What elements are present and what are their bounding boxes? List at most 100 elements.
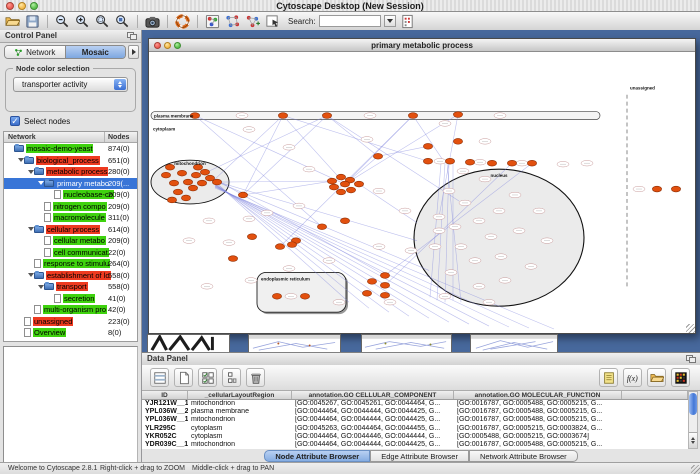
tree-row-unassigned[interactable]: unassigned223(0)	[4, 316, 137, 328]
graph-node[interactable]	[200, 169, 209, 175]
function-builder-button[interactable]: f(x)	[623, 368, 642, 387]
background-window-thumbnail-4[interactable]	[470, 334, 558, 352]
float-panel-icon[interactable]	[127, 32, 137, 40]
table-row[interactable]: YPL036W__1mitochondrion[GO:0044464, GO:0…	[142, 416, 688, 424]
tab-edge-attribute-browser[interactable]: Edge Attribute Browser	[370, 450, 469, 462]
graph-node[interactable]	[336, 189, 345, 195]
graph-node[interactable]	[197, 180, 206, 186]
tree-row-nucleobase-co[interactable]: nucleobase-co209(0)	[4, 189, 137, 201]
graph-node[interactable]	[380, 273, 389, 279]
more-tabs-button[interactable]	[128, 45, 139, 59]
notepad-button[interactable]	[599, 368, 618, 387]
float-panel-icon[interactable]	[686, 355, 696, 363]
tab-mosaic[interactable]: Mosaic	[65, 46, 126, 58]
graph-node[interactable]	[408, 113, 417, 119]
zoom-in-icon[interactable]	[74, 13, 91, 29]
graph-node[interactable]	[340, 218, 349, 224]
graph-node[interactable]	[228, 256, 237, 262]
delete-attributes-button[interactable]	[198, 368, 217, 387]
graph-node[interactable]	[177, 170, 186, 176]
tree-row-secretion[interactable]: secretion41(0)	[4, 293, 137, 305]
tree-row-mosaic-demo-yeast[interactable]: mosaic-demo-yeast874(0)	[4, 143, 137, 155]
import-network-icon[interactable]	[224, 13, 241, 29]
expand-arrow-icon[interactable]	[37, 178, 44, 188]
graph-node[interactable]	[278, 113, 287, 119]
attribute-doc-icon[interactable]	[399, 13, 416, 29]
annotation-icon[interactable]	[264, 13, 281, 29]
search-dropdown-button[interactable]	[384, 15, 396, 27]
graph-node[interactable]	[340, 181, 349, 187]
tree-row-cellular-process[interactable]: cellular process614(0)	[4, 224, 137, 236]
table-row[interactable]: YKR052Ccytoplasm[GO:0044464, GO:0044446,…	[142, 433, 688, 441]
select-attributes-button[interactable]	[150, 368, 169, 387]
graph-node[interactable]	[275, 244, 284, 250]
table-row[interactable]: YPL036W__2plasma membrane[GO:0044464, GO…	[142, 408, 688, 416]
tree-row-primary-metabo[interactable]: primary metabo209(...	[4, 178, 137, 190]
tree-row-multi-organism-pro[interactable]: multi-organism pro42(0)	[4, 304, 137, 316]
graph-node[interactable]	[380, 282, 389, 288]
tab-network[interactable]: Network	[5, 46, 65, 58]
tree-column-nodes[interactable]: Nodes	[105, 132, 137, 142]
graph-node[interactable]	[191, 172, 200, 178]
graph-node[interactable]	[354, 181, 363, 187]
attribute-selection-button[interactable]	[222, 368, 241, 387]
snapshot-icon[interactable]	[144, 13, 161, 29]
matrix-button[interactable]	[671, 368, 690, 387]
graph-node[interactable]	[212, 179, 221, 185]
graph-node[interactable]	[373, 153, 382, 159]
graph-node[interactable]	[445, 158, 454, 164]
trash-button[interactable]	[246, 368, 265, 387]
graph-node[interactable]	[329, 184, 338, 190]
tree-row-nitrogen-compo[interactable]: nitrogen compo209(0)	[4, 201, 137, 213]
scrollbar-thumb[interactable]	[689, 393, 697, 415]
graph-node[interactable]	[453, 138, 462, 144]
graph-node[interactable]	[173, 189, 182, 195]
table-scrollbar[interactable]	[688, 391, 698, 449]
open-file-icon[interactable]	[4, 13, 21, 29]
tab-node-attribute-browser[interactable]: Node Attribute Browser	[264, 450, 370, 462]
background-window-thumbnail-1[interactable]	[147, 334, 230, 352]
network-window[interactable]: primary metabolic process plasma membran…	[148, 38, 696, 334]
graph-node[interactable]	[362, 290, 371, 296]
zoom-fit-icon[interactable]	[114, 13, 131, 29]
tree-row-biological-process[interactable]: biological_process651(0)	[4, 155, 137, 167]
network-window-titlebar[interactable]: primary metabolic process	[149, 39, 695, 52]
table-column-header[interactable]: annotation.GO CELLULAR_COMPONENT	[292, 391, 454, 399]
tree-row-transport[interactable]: transport558(0)	[4, 281, 137, 293]
create-new-attribute-button[interactable]	[174, 368, 193, 387]
graph-node[interactable]	[165, 164, 174, 170]
graph-node[interactable]	[527, 160, 536, 166]
graph-node[interactable]	[367, 278, 376, 284]
graph-node[interactable]	[161, 172, 170, 178]
tree-column-network[interactable]: Network	[4, 132, 105, 142]
birds-eye-view[interactable]	[3, 346, 138, 474]
zoom-selected-icon[interactable]	[94, 13, 111, 29]
table-column-header[interactable]: annotation.GO MOLECULAR_FUNCTION	[454, 391, 622, 399]
tree-row-cell-communicat[interactable]: cell communicat22(0)	[4, 247, 137, 259]
node-color-dropdown[interactable]: transporter activity	[13, 77, 128, 92]
select-nodes-checkbox[interactable]: ✓	[10, 116, 20, 126]
help-ring-icon[interactable]	[174, 13, 191, 29]
graph-node[interactable]	[322, 113, 331, 119]
background-window-thumbnail-3[interactable]	[361, 334, 452, 352]
expand-arrow-icon[interactable]	[17, 155, 24, 165]
graph-node[interactable]	[183, 179, 192, 185]
graph-node[interactable]	[380, 292, 389, 298]
table-row[interactable]: YDR039C__1mitochondrion[GO:0044464, GO:0…	[142, 441, 688, 449]
graph-node[interactable]	[188, 185, 197, 191]
graph-node[interactable]	[507, 160, 516, 166]
table-row[interactable]: YLR295Ccytoplasm[GO:0045263, GO:0044464,…	[142, 425, 688, 433]
frame-resize-grip[interactable]	[686, 324, 695, 333]
graph-node[interactable]	[238, 192, 247, 198]
tree-row-metabolic-process[interactable]: metabolic process280(0)	[4, 166, 137, 178]
graph-node[interactable]	[169, 180, 178, 186]
expand-arrow-icon[interactable]	[27, 167, 34, 177]
graph-node[interactable]	[336, 174, 345, 180]
graph-node[interactable]	[167, 197, 176, 203]
scrollbar-arrows[interactable]	[689, 432, 697, 448]
create-network-icon[interactable]	[244, 13, 261, 29]
graph-node[interactable]	[181, 195, 190, 201]
graph-node[interactable]	[423, 143, 432, 149]
vizmapper-icon[interactable]	[204, 13, 221, 29]
expand-arrow-icon[interactable]	[27, 224, 34, 234]
